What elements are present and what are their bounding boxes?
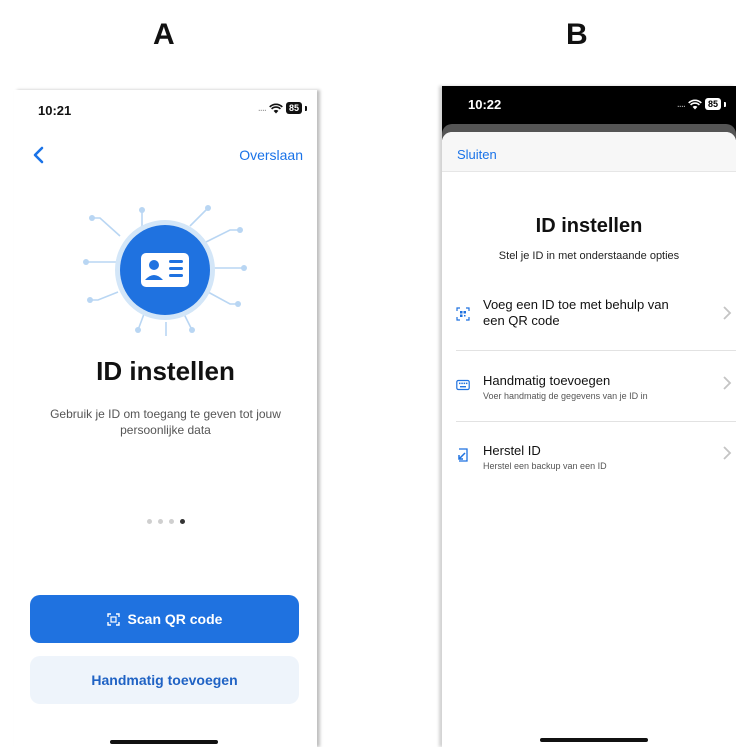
chevron-right-icon <box>723 446 732 460</box>
option-manual-add-description: Voer handmatig de gegevens van je ID in <box>483 391 648 401</box>
status-time: 10:22 <box>468 97 502 112</box>
back-arrow-icon[interactable] <box>26 142 52 168</box>
panel-label-a: A <box>153 18 175 51</box>
option-restore-id-title: Herstel ID <box>483 443 541 458</box>
option-qr-code[interactable]: Voeg een ID toe met behulp van een QR co… <box>442 297 736 349</box>
battery-cap <box>305 105 307 111</box>
divider <box>456 350 736 351</box>
battery-cap <box>724 101 726 107</box>
page-subtitle: Stel je ID in met onderstaande opties <box>498 250 680 262</box>
page-description: Gebruik je ID om toegang te geven tot jo… <box>50 407 281 437</box>
status-icons: .... 85 <box>677 98 726 110</box>
page-dot-3 <box>168 519 174 524</box>
close-button[interactable]: Sluiten <box>457 147 497 162</box>
skip-button[interactable]: Overslaan <box>239 147 303 163</box>
status-icons: .... 85 <box>258 102 307 114</box>
qr-scan-icon <box>106 612 120 626</box>
battery-level: 85 <box>285 102 302 114</box>
restore-icon <box>458 448 468 462</box>
page-dot-1 <box>146 519 152 524</box>
option-restore-id-description: Herstel een backup van een ID <box>483 461 607 471</box>
page-dot-2 <box>157 519 163 524</box>
sheet-header: Sluiten <box>442 132 736 172</box>
scan-qr-button[interactable]: Scan QR code <box>30 595 299 643</box>
page-title: ID instellen <box>535 215 643 237</box>
signal-icon: .... <box>257 102 267 114</box>
chevron-right-icon <box>723 306 732 320</box>
home-indicator[interactable] <box>540 738 648 742</box>
status-bar: 10:21 .... 85 <box>14 90 317 128</box>
page-dot-4-active <box>179 519 185 524</box>
phone-screen-a: 10:21 .... 85 Overslaan ID instellen Geb… <box>14 90 317 747</box>
option-manual-add-title: Handmatig toevoegen <box>483 373 611 388</box>
battery-level: 85 <box>704 98 721 110</box>
wifi-icon <box>269 103 283 113</box>
modal-sheet: Sluiten ID instellen Stel je ID in met o… <box>442 132 736 747</box>
page-indicator <box>14 519 317 524</box>
status-time: 10:21 <box>38 103 72 118</box>
panel-label-b: B <box>566 18 588 51</box>
qr-code-icon <box>456 307 470 321</box>
page-title: ID instellen <box>96 356 235 386</box>
manual-add-button[interactable]: Handmatig toevoegen <box>30 656 299 704</box>
manual-add-button-label: Handmatig toevoegen <box>91 672 238 688</box>
divider <box>456 421 736 422</box>
chevron-right-icon <box>723 376 732 390</box>
home-indicator[interactable] <box>110 740 218 744</box>
option-qr-code-title: Voeg een ID toe met behulp van een QR co… <box>483 297 669 328</box>
option-restore-id[interactable]: Herstel ID Herstel een backup van een ID <box>442 443 736 493</box>
id-card-illustration-icon <box>83 205 247 336</box>
wifi-icon <box>688 99 702 109</box>
phone-screen-b: 10:22 .... 85 Sluiten ID instellen Stel … <box>442 86 736 747</box>
option-manual-add[interactable]: Handmatig toevoegen Voer handmatig de ge… <box>442 373 736 423</box>
scan-qr-button-label: Scan QR code <box>127 611 223 627</box>
signal-icon: .... <box>676 98 686 110</box>
keyboard-icon <box>456 379 470 391</box>
